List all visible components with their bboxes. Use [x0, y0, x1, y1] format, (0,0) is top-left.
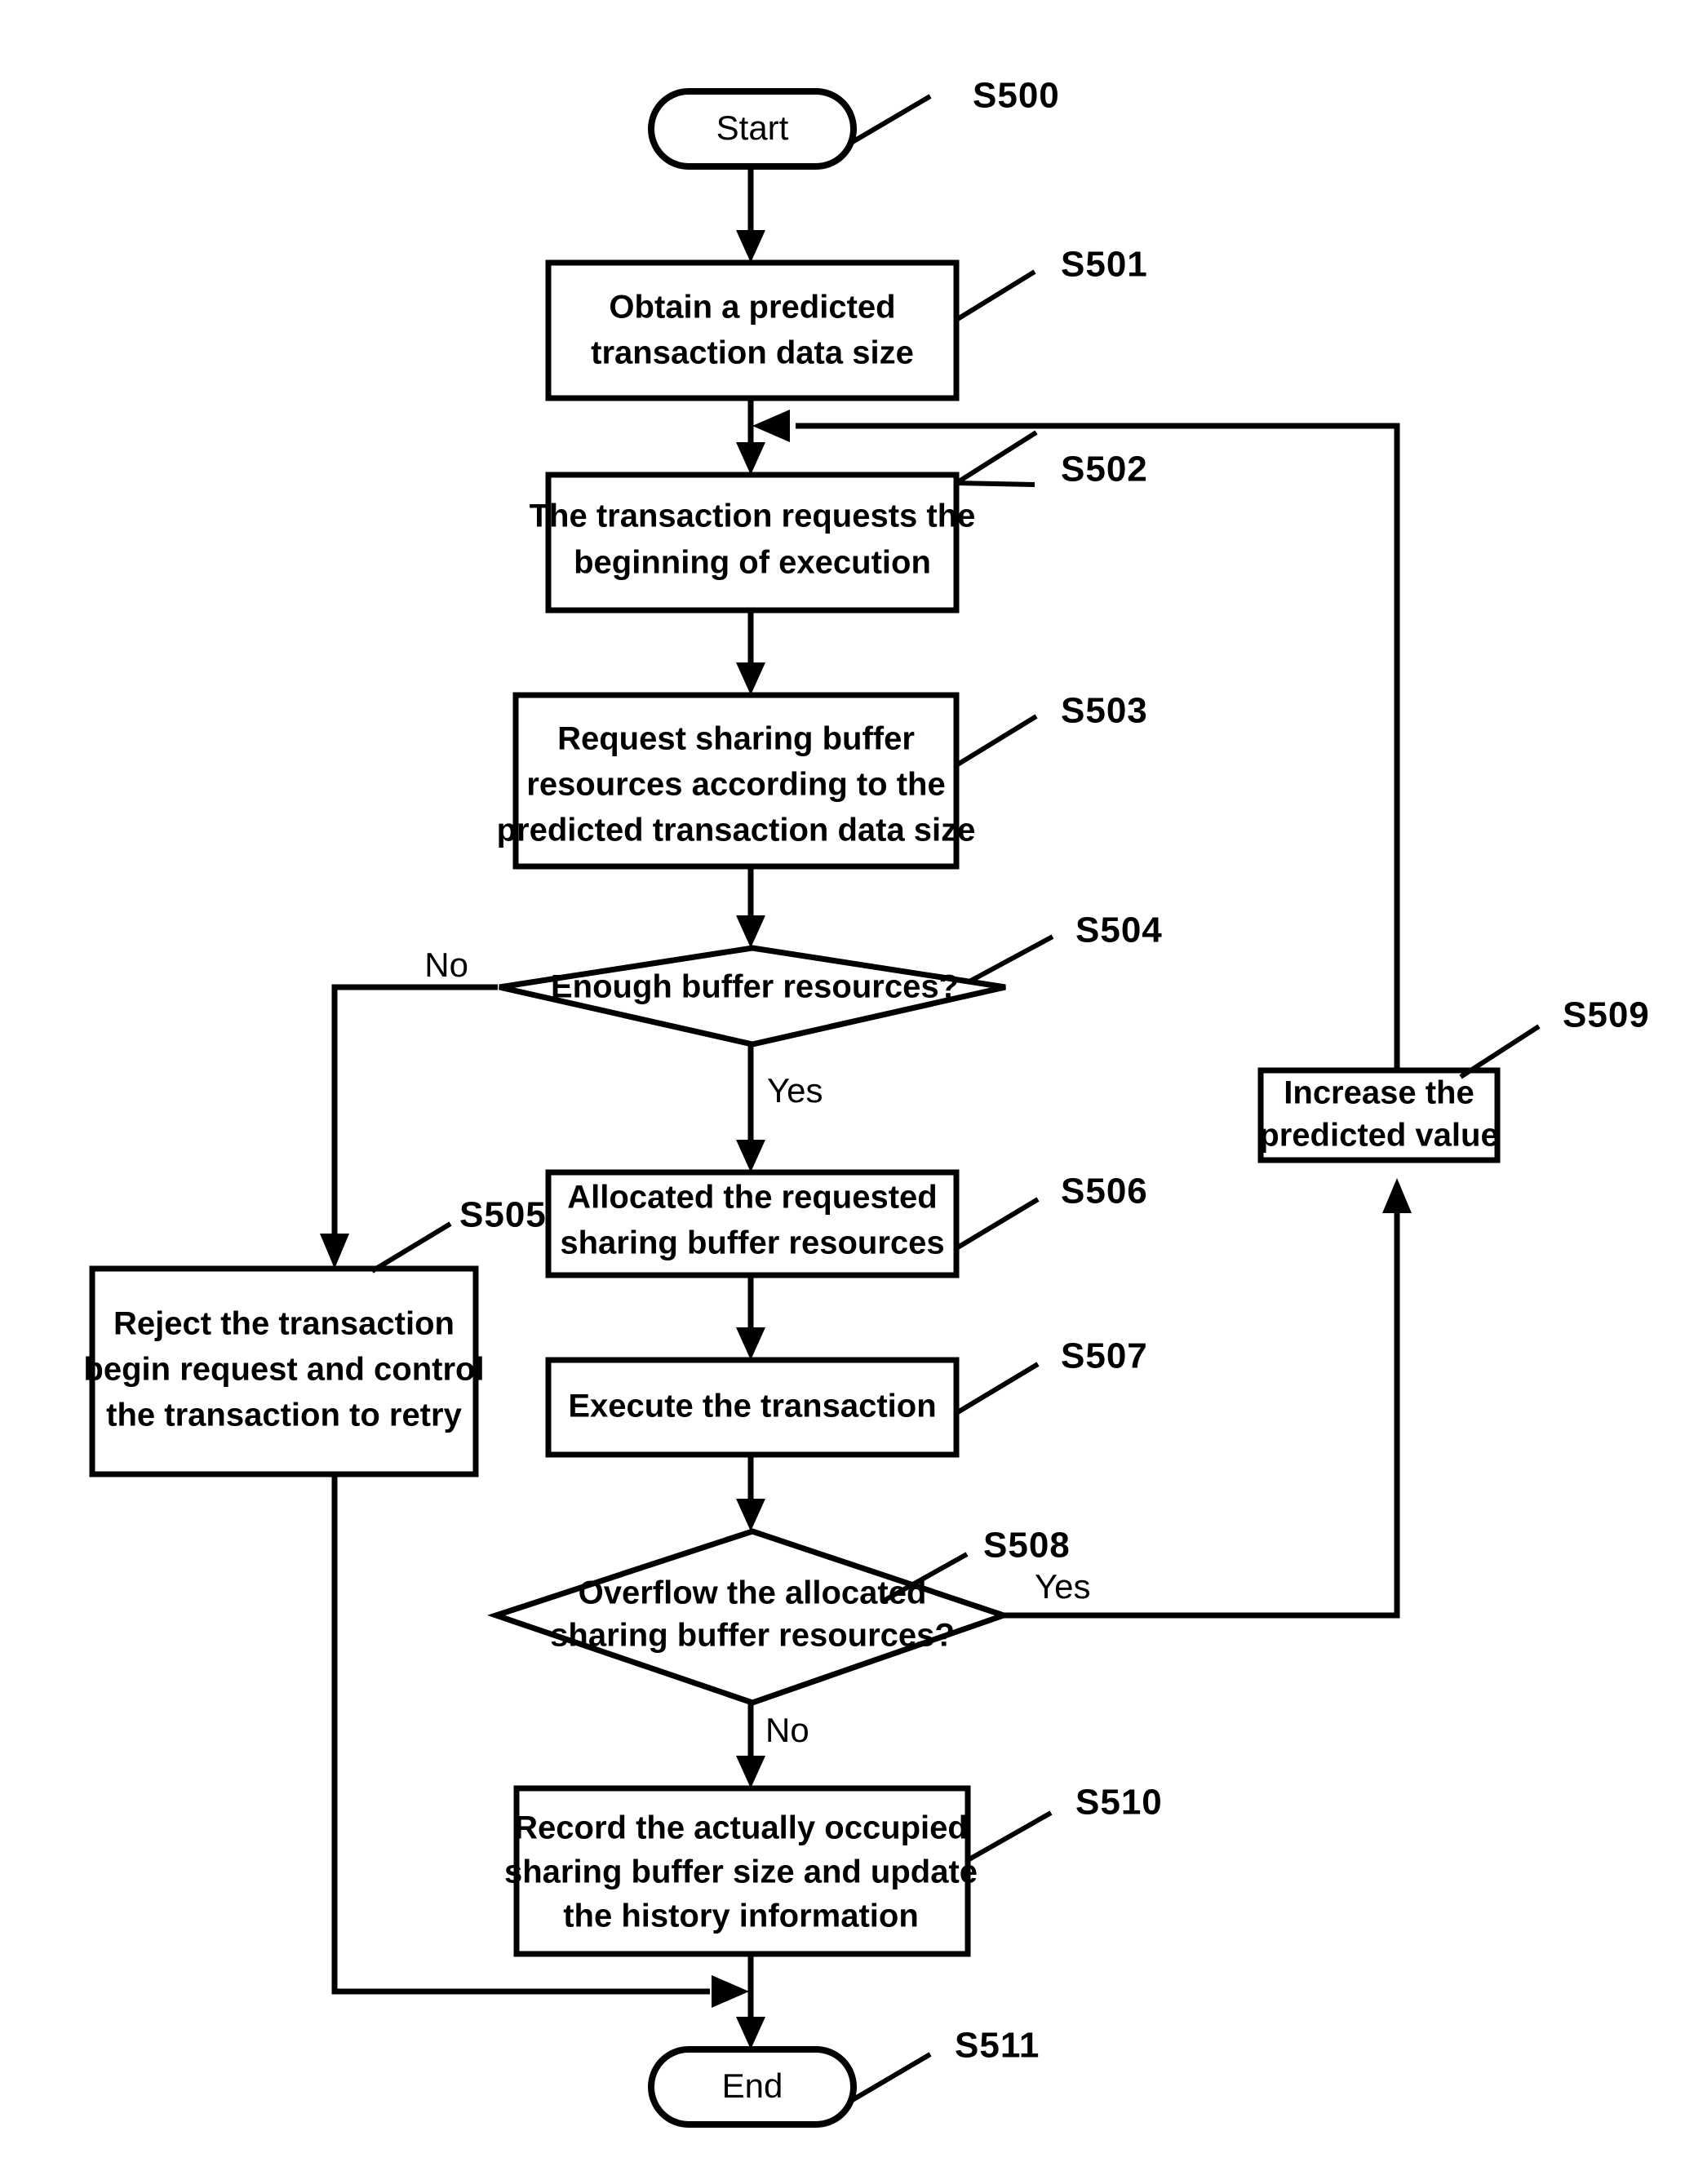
node-s505-line1: Reject the transaction: [113, 1306, 455, 1342]
ref-label-s508: S508: [983, 1526, 1071, 1566]
ref-s500-group: S500: [849, 76, 1060, 145]
ref-s510-group: S510: [966, 1783, 1163, 1863]
ref-s503-group: S503: [955, 691, 1148, 768]
ref-label-s510: S510: [1075, 1783, 1163, 1823]
node-s510-line3: the history information: [563, 1898, 919, 1934]
node-s510[interactable]: Record the actually occupied sharing buf…: [504, 1785, 978, 1957]
flowchart-svg: Start S500 Obtain a predicted transactio…: [83, 76, 1650, 2128]
node-start-label: Start: [716, 109, 789, 147]
ref-s505-group: S505: [370, 1195, 547, 1274]
branch-label-s504-yes: Yes: [767, 1071, 823, 1110]
ref-label-s507: S507: [1061, 1336, 1148, 1376]
branch-label-s508-no: No: [765, 1711, 809, 1749]
ref-s501-group: S501: [955, 245, 1148, 322]
node-s508-line2: sharing buffer resources?: [550, 1618, 955, 1654]
node-end-label: End: [722, 2067, 783, 2105]
ref-s506-group: S506: [955, 1172, 1148, 1251]
node-s507[interactable]: Execute the transaction: [545, 1357, 960, 1458]
edge-s507-to-s508: [736, 1455, 765, 1531]
node-s505-line2: begin request and control: [83, 1352, 484, 1388]
node-s509-line1: Increase the: [1284, 1075, 1474, 1111]
ref-label-s504: S504: [1075, 910, 1163, 950]
ref-label-s506: S506: [1061, 1172, 1148, 1212]
ref-label-s502: S502: [1061, 450, 1148, 490]
ref-label-s505: S505: [459, 1195, 547, 1235]
node-s503[interactable]: Request sharing buffer resources accordi…: [497, 692, 976, 870]
flowchart-canvas: Start S500 Obtain a predicted transactio…: [0, 0, 1694, 2184]
node-s501[interactable]: Obtain a predicted transaction data size: [545, 259, 960, 401]
edge-s503-to-s504: [736, 866, 765, 948]
node-end[interactable]: End: [648, 2046, 857, 2128]
ref-label-s509: S509: [1563, 995, 1650, 1035]
node-s507-line1: Execute the transaction: [568, 1389, 936, 1424]
branch-label-s508-yes: Yes: [1035, 1567, 1091, 1606]
ref-s502-group: S502: [955, 430, 1148, 490]
node-s502[interactable]: The transaction requests the beginning o…: [530, 472, 976, 614]
node-s506-line1: Allocated the requested: [567, 1180, 937, 1216]
node-s502-line2: beginning of execution: [574, 545, 931, 581]
edge-s501-to-s502: [736, 398, 765, 475]
node-s503-line2: resources according to the: [526, 767, 945, 803]
ref-s511-group: S511: [849, 2026, 1040, 2103]
node-s510-line1: Record the actually occupied: [514, 1810, 968, 1846]
edge-start-to-s501: [736, 163, 765, 263]
edge-s508-no-to-s510: [736, 1703, 765, 1788]
node-s510-line2: sharing buffer size and update: [504, 1854, 978, 1890]
edge-s502-to-s503: [736, 610, 765, 695]
node-s509-line2: predicted value: [1259, 1118, 1498, 1154]
node-s502-line1: The transaction requests the: [530, 498, 976, 534]
node-s508-line1: Overflow the allocated: [579, 1575, 927, 1611]
node-start[interactable]: Start: [648, 88, 857, 170]
edge-s504-yes-to-s506: [736, 1044, 765, 1172]
ref-label-s501: S501: [1061, 245, 1148, 285]
node-s505[interactable]: Reject the transaction begin request and…: [83, 1265, 485, 1477]
node-s501-line2: transaction data size: [591, 335, 914, 371]
edge-s510-to-end: [736, 1954, 765, 2049]
ref-s504-group: S504: [968, 910, 1163, 984]
node-s509[interactable]: Increase the predicted value: [1257, 1067, 1501, 1163]
branch-label-s504-no: No: [424, 946, 468, 984]
ref-label-s503: S503: [1061, 691, 1148, 731]
node-s506-line2: sharing buffer resources: [560, 1225, 944, 1261]
node-s504[interactable]: Enough buffer resources?: [499, 945, 1006, 1048]
node-s503-line1: Request sharing buffer: [557, 721, 915, 757]
node-s501-line1: Obtain a predicted: [609, 290, 895, 326]
node-s504-line1: Enough buffer resources?: [551, 969, 959, 1005]
node-s508[interactable]: Overflow the allocated sharing buffer re…: [486, 1528, 1013, 1706]
edge-s506-to-s507: [736, 1275, 765, 1360]
ref-s507-group: S507: [955, 1336, 1148, 1415]
ref-s509-group: S509: [1459, 995, 1650, 1079]
ref-label-s511: S511: [955, 2026, 1040, 2066]
node-s506[interactable]: Allocated the requested sharing buffer r…: [545, 1169, 960, 1278]
ref-label-s500: S500: [973, 76, 1060, 116]
node-s503-line3: predicted transaction data size: [497, 813, 976, 848]
node-s505-line3: the transaction to retry: [106, 1398, 462, 1433]
